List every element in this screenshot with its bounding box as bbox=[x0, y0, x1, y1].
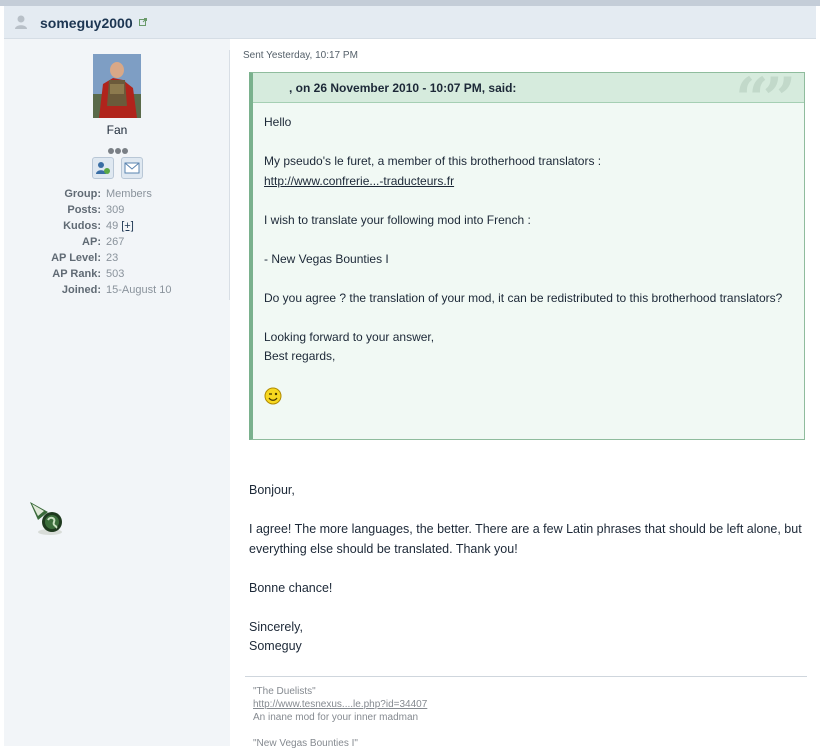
reply-body: Bonjour, I agree! The more languages, th… bbox=[249, 481, 804, 676]
quote-paragraph: I wish to translate your following mod i… bbox=[264, 212, 531, 227]
quote-text: Looking forward to your answer, bbox=[264, 329, 435, 344]
give-kudos-link[interactable]: [+] bbox=[121, 220, 134, 232]
avatar[interactable] bbox=[93, 54, 141, 118]
stat-label: Posts: bbox=[67, 204, 101, 216]
quote-text: My pseudo's le furet, a member of this b… bbox=[264, 154, 602, 168]
quote-paragraph: My pseudo's le furet, a member of this b… bbox=[264, 152, 784, 191]
stat-ap-level: AP Level: 23 bbox=[4, 250, 230, 266]
stat-group: Group: Members bbox=[4, 186, 230, 202]
quote-greeting: Hello bbox=[264, 115, 292, 129]
quote-paragraph: - New Vegas Bounties I bbox=[264, 251, 389, 266]
stat-label: Group: bbox=[64, 188, 101, 200]
stat-label: AP Level: bbox=[51, 252, 101, 264]
rank-pips bbox=[108, 141, 129, 154]
stat-value: 49 bbox=[106, 220, 119, 232]
quote-citation: , on 26 November 2010 - 10:07 PM, said: bbox=[289, 81, 517, 95]
external-link-icon[interactable] bbox=[139, 18, 147, 26]
author-sidebar: Fan Group: Members Posts: 309 Kudos: 49[… bbox=[4, 39, 230, 746]
profile-card-icon bbox=[96, 162, 110, 174]
post-header: someguy2000 bbox=[4, 6, 816, 39]
quote-block: , on 26 November 2010 - 10:07 PM, said: … bbox=[249, 65, 805, 440]
view-profile-button[interactable] bbox=[92, 157, 114, 179]
stat-value: 15-August 10 bbox=[106, 284, 172, 296]
signature-divider bbox=[245, 676, 807, 677]
stat-label: AP Rank: bbox=[52, 268, 101, 280]
stat-kudos: Kudos: 49 [+] bbox=[4, 218, 230, 234]
user-silhouette-icon bbox=[15, 15, 27, 29]
stat-label: Kudos: bbox=[63, 220, 101, 232]
envelope-icon bbox=[124, 162, 140, 174]
stat-value-wrap: 49 [+] bbox=[106, 218, 134, 234]
signature-title: "New Vegas Bounties I" bbox=[253, 738, 358, 749]
author-stats: Group: Members Posts: 309 Kudos: 49 [+] A… bbox=[4, 186, 230, 298]
reply-paragraph: Sincerely, Someguy bbox=[249, 618, 804, 657]
signature-title: "The Duelists" bbox=[253, 686, 316, 697]
rank-pip bbox=[108, 148, 114, 154]
signature-desc: An inane mod for your inner madman bbox=[253, 712, 419, 723]
reply-paragraph: I agree! The more languages, the better.… bbox=[249, 522, 802, 556]
rank-pip bbox=[122, 148, 128, 154]
quote-paragraph: Do you agree ? the translation of your m… bbox=[264, 290, 783, 305]
reply-paragraph: Bonjour, bbox=[249, 483, 295, 497]
stat-value: 23 bbox=[106, 252, 119, 264]
sent-timestamp: Sent Yesterday, 10:17 PM bbox=[243, 50, 358, 61]
duelists-link[interactable]: http://www.tesnexus....le.php?id=34407 bbox=[253, 699, 427, 710]
quote-body: Hello My pseudo's le furet, a member of … bbox=[264, 113, 784, 406]
signature-line bbox=[253, 724, 427, 737]
stat-label: AP: bbox=[82, 236, 101, 248]
sidebar-divider bbox=[229, 50, 230, 300]
wink-smiley-icon bbox=[264, 387, 282, 405]
stat-ap: AP: 267 bbox=[4, 234, 230, 250]
stat-joined: Joined: 15-August 10 bbox=[4, 282, 230, 298]
quote-paragraph: Looking forward to your answer, Best rega… bbox=[264, 328, 784, 367]
signature-line: http://www.tesnexus....le.php?id=34407 bbox=[253, 698, 427, 711]
rank-pip bbox=[115, 148, 121, 154]
stat-ap-rank: AP Rank: 503 bbox=[4, 266, 230, 282]
reply-text: Sincerely, bbox=[249, 619, 303, 634]
reply-text: Someguy bbox=[249, 639, 302, 653]
author-username-link[interactable]: someguy2000 bbox=[40, 15, 133, 31]
rank-title: Fan bbox=[106, 123, 128, 137]
stat-value: Members bbox=[106, 188, 152, 200]
stat-value: 267 bbox=[106, 236, 125, 248]
quote-header: , on 26 November 2010 - 10:07 PM, said: … bbox=[253, 65, 804, 133]
stat-value: 503 bbox=[106, 268, 125, 280]
signature: "The Duelists" http://www.tesnexus....le… bbox=[253, 685, 427, 750]
confrerie-link[interactable]: http://www.confrerie...-traducteurs.fr bbox=[264, 174, 454, 188]
stat-posts: Posts: 309 bbox=[4, 202, 230, 218]
reply-paragraph: Bonne chance! bbox=[249, 580, 333, 595]
send-message-button[interactable] bbox=[121, 157, 143, 179]
stat-value: 309 bbox=[106, 204, 125, 216]
avatar-image bbox=[93, 54, 141, 118]
quote-text: Best regards, bbox=[264, 349, 336, 363]
stat-label: Joined: bbox=[61, 284, 101, 296]
premium-badge-icon bbox=[30, 502, 62, 535]
